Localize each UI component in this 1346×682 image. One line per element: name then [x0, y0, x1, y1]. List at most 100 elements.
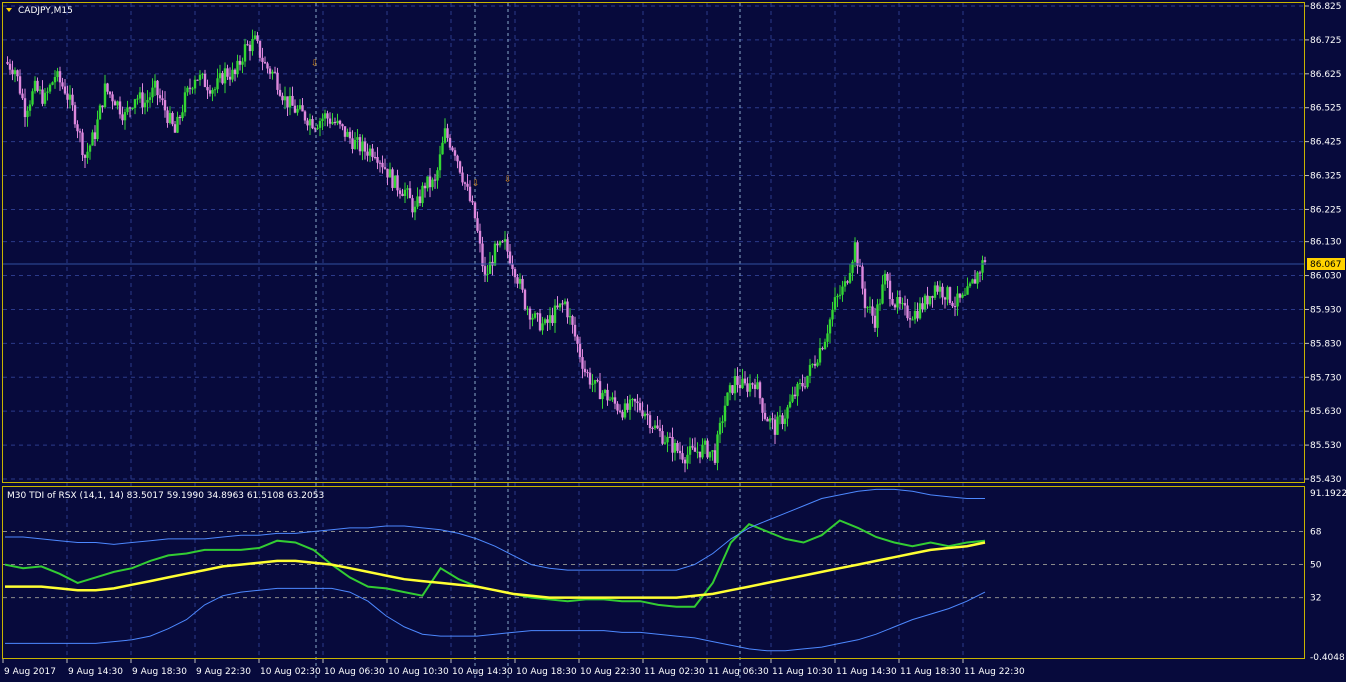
candle-body — [226, 68, 229, 77]
candle-body — [733, 376, 737, 394]
candle-body — [751, 383, 754, 385]
candle-body — [31, 91, 34, 105]
candle-body — [901, 303, 904, 305]
candle-body — [221, 73, 224, 84]
candle-body — [461, 172, 464, 183]
candle-body — [648, 415, 652, 429]
candle-body — [216, 78, 219, 90]
candle-body — [191, 88, 194, 90]
candle-body — [71, 94, 74, 106]
trading-chart[interactable]: ⇩ ⇩ ⇩ 86.825 86.725 86.625 86.525 86.425 86.325… — [0, 0, 1346, 682]
candle-body — [508, 251, 512, 264]
candle-body — [231, 69, 234, 80]
candle-body — [898, 296, 902, 304]
candle-body — [181, 112, 184, 119]
candle-body — [16, 70, 19, 77]
candle-body — [318, 121, 322, 128]
candle-body — [363, 141, 367, 152]
candle-body — [253, 35, 257, 39]
candle-body — [926, 295, 929, 305]
candle-body — [808, 364, 812, 376]
candle-body — [753, 384, 757, 389]
candle-body — [61, 82, 64, 87]
candle-body — [58, 71, 62, 83]
candle-body — [423, 185, 427, 189]
candle-body — [543, 319, 547, 324]
candle-body — [196, 79, 199, 81]
candle-body — [711, 450, 714, 452]
candle-body — [568, 316, 572, 318]
candle-body — [376, 157, 379, 163]
candle-body — [573, 324, 577, 337]
candle-body — [961, 294, 964, 298]
price-tick-label: 86.030 — [1310, 272, 1342, 282]
candle-body — [228, 76, 232, 80]
candle-body — [856, 242, 859, 266]
candle-body — [613, 397, 617, 404]
candle-body — [76, 124, 79, 132]
candle-body — [171, 112, 174, 125]
candle-body — [718, 422, 722, 435]
candle-body — [288, 95, 292, 108]
candle-body — [223, 68, 227, 84]
candle-body — [811, 363, 814, 365]
candle-body — [436, 170, 439, 181]
candle-body — [551, 315, 554, 324]
candle-body — [261, 57, 264, 63]
candle-body — [516, 277, 519, 284]
candle-body — [48, 84, 52, 92]
candle-body — [928, 296, 932, 305]
candle-body — [831, 309, 834, 320]
candle-body — [248, 44, 252, 52]
candle-body — [361, 141, 364, 152]
candle-body — [498, 241, 502, 246]
candle-body — [628, 399, 632, 410]
candle-body — [293, 105, 297, 113]
candle-body — [141, 92, 144, 108]
candle-body — [611, 397, 614, 400]
candle-body — [601, 393, 604, 400]
candle-body — [748, 383, 752, 392]
candle-body — [633, 399, 637, 402]
candle-body — [858, 265, 862, 267]
candle-body — [108, 91, 112, 95]
candle-body — [853, 242, 857, 262]
candle-body — [741, 378, 744, 389]
candle-body — [281, 95, 284, 101]
candle-body — [356, 137, 359, 140]
time-tick-label: 9 Aug 14:30 — [68, 667, 123, 677]
candle-body — [618, 410, 622, 412]
candle-body — [383, 167, 387, 169]
candle-body — [588, 372, 592, 385]
candle-body — [121, 114, 124, 121]
candle-body — [386, 168, 389, 178]
current-price-label: 86.067 — [1310, 260, 1342, 270]
arrow-icon: ⇩ — [472, 179, 480, 189]
candle-body — [608, 399, 612, 401]
candle-body — [531, 317, 534, 320]
candle-body — [416, 196, 419, 207]
indicator-tick-label: -0.4048 — [1310, 653, 1345, 663]
candle-body — [368, 148, 372, 156]
candle-body — [511, 263, 514, 270]
candle-body — [176, 116, 179, 133]
candle-body — [506, 239, 509, 252]
candle-body — [673, 442, 677, 453]
candle-body — [861, 266, 864, 289]
candle-body — [246, 44, 249, 46]
candle-body — [103, 83, 107, 108]
candle-body — [13, 70, 17, 75]
candle-body — [738, 384, 742, 389]
candle-body — [371, 148, 374, 158]
candle-body — [603, 389, 607, 394]
candle-body — [606, 389, 609, 401]
time-tick-label: 11 Aug 06:30 — [708, 667, 769, 677]
candle-body — [891, 299, 894, 305]
candle-body — [446, 128, 449, 138]
candle-body — [81, 132, 84, 156]
candle-body — [483, 266, 487, 275]
candle-body — [91, 132, 94, 146]
candle-body — [478, 230, 482, 244]
candle-body — [178, 116, 182, 119]
candle-body — [646, 413, 649, 416]
